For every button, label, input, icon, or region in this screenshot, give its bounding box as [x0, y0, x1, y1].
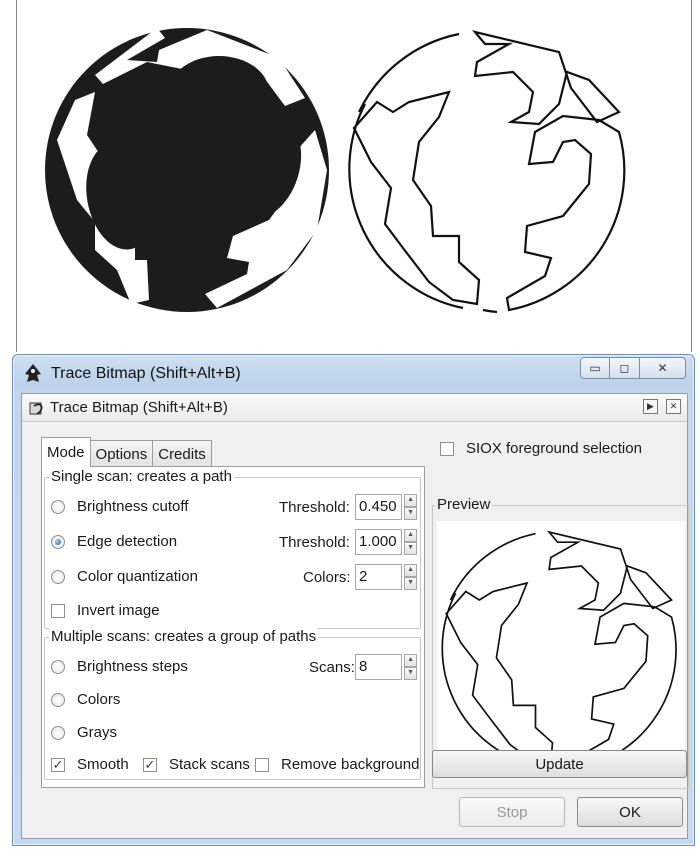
siox-checkbox[interactable]: [440, 441, 454, 456]
color-quantization-radio[interactable]: [51, 569, 65, 584]
spin-up-icon[interactable]: ▲: [404, 529, 417, 542]
grays-label: Grays: [77, 724, 118, 741]
grays-option[interactable]: Grays: [51, 724, 117, 741]
grays-radio[interactable]: [51, 725, 65, 740]
colors-count-spinner[interactable]: 2 ▲ ▼: [355, 564, 417, 590]
spin-up-icon[interactable]: ▲: [404, 654, 417, 667]
edge-threshold-spinner[interactable]: 1.000 ▲ ▼: [355, 529, 417, 555]
brightness-cutoff-option[interactable]: Brightness cutoff: [51, 498, 188, 515]
spin-down-icon[interactable]: ▼: [404, 577, 417, 590]
traced-logo: [348, 30, 626, 314]
multiple-scans-group: Multiple scans: creates a group of paths…: [44, 628, 421, 780]
smooth-option[interactable]: ✓ Smooth: [51, 756, 129, 773]
preview-legend: Preview: [435, 496, 493, 513]
edge-detection-label: Edge detection: [77, 533, 178, 550]
stop-button[interactable]: Stop: [459, 797, 565, 827]
inkscape-icon: [25, 364, 41, 382]
ok-button[interactable]: OK: [577, 797, 683, 827]
preview-image: [441, 530, 677, 770]
mode-panel: Single scan: creates a path Brightness c…: [41, 466, 425, 788]
colors-label: Colors: [77, 691, 121, 708]
minimize-button[interactable]: ▭: [580, 357, 610, 379]
update-button[interactable]: Update: [432, 750, 687, 778]
tab-options[interactable]: Options: [89, 440, 154, 467]
drawing-canvas[interactable]: [16, 0, 692, 352]
trace-bitmap-window: Trace Bitmap (Shift+Alt+B) ▭ ◻ ✕ Trace B…: [12, 354, 695, 846]
cutoff-threshold-label: Threshold:: [279, 499, 350, 516]
scans-label: Scans:: [309, 659, 355, 676]
siox-option[interactable]: SIOX foreground selection: [440, 440, 642, 457]
brightness-cutoff-radio[interactable]: [51, 499, 65, 514]
color-quantization-option[interactable]: Color quantization: [51, 568, 198, 585]
spin-up-icon[interactable]: ▲: [404, 564, 417, 577]
edge-detection-radio[interactable]: [51, 534, 65, 549]
single-scan-group: Single scan: creates a path Brightness c…: [44, 468, 421, 629]
invert-image-checkbox[interactable]: [51, 603, 65, 618]
maximize-button[interactable]: ◻: [610, 357, 640, 379]
remove-background-checkbox[interactable]: [255, 757, 269, 772]
dialog-header: Trace Bitmap (Shift+Alt+B) ▶ ✕: [22, 394, 687, 422]
close-panel-icon[interactable]: ✕: [666, 399, 681, 414]
remove-background-label: Remove background: [281, 756, 420, 773]
brightness-steps-label: Brightness steps: [77, 658, 188, 675]
single-scan-legend: Single scan: creates a path: [49, 468, 234, 485]
preview-area: [437, 521, 685, 777]
spin-up-icon[interactable]: ▲: [404, 494, 417, 507]
brightness-steps-option[interactable]: Brightness steps: [51, 658, 188, 675]
multiple-scans-legend: Multiple scans: creates a group of paths: [49, 628, 319, 645]
colors-count-label: Colors:: [303, 569, 351, 586]
close-button[interactable]: ✕: [640, 357, 686, 379]
trace-bitmap-icon: [29, 402, 43, 415]
brightness-steps-radio[interactable]: [51, 659, 65, 674]
siox-label: SIOX foreground selection: [466, 440, 642, 457]
invert-image-option[interactable]: Invert image: [51, 602, 160, 619]
cutoff-threshold-input[interactable]: 0.450: [355, 494, 403, 520]
edge-detection-option[interactable]: Edge detection: [51, 533, 177, 550]
remove-background-option[interactable]: Remove background: [255, 756, 419, 773]
smooth-checkbox[interactable]: ✓: [51, 757, 65, 772]
stack-scans-label: Stack scans: [169, 756, 250, 773]
dialog-title: Trace Bitmap (Shift+Alt+B): [50, 399, 228, 416]
scans-input[interactable]: 8: [355, 654, 403, 680]
smooth-label: Smooth: [77, 756, 129, 773]
tab-bar: Mode Options Credits: [41, 437, 212, 467]
cutoff-threshold-spinner[interactable]: 0.450 ▲ ▼: [355, 494, 417, 520]
colors-radio[interactable]: [51, 692, 65, 707]
edge-threshold-label: Threshold:: [279, 534, 350, 551]
spin-down-icon[interactable]: ▼: [404, 667, 417, 680]
brightness-cutoff-label: Brightness cutoff: [77, 498, 189, 515]
canvas-artwork: [45, 28, 626, 314]
stack-scans-option[interactable]: ✓ Stack scans: [143, 756, 250, 773]
colors-count-input[interactable]: 2: [355, 564, 403, 590]
invert-image-label: Invert image: [77, 602, 160, 619]
window-titlebar[interactable]: Trace Bitmap (Shift+Alt+B) ▭ ◻ ✕: [21, 355, 686, 393]
trace-bitmap-dialog: Trace Bitmap (Shift+Alt+B) ▶ ✕ Mode Opti…: [21, 393, 689, 839]
edge-threshold-input[interactable]: 1.000: [355, 529, 403, 555]
color-quantization-label: Color quantization: [77, 568, 198, 585]
spin-down-icon[interactable]: ▼: [404, 507, 417, 520]
window-title: Trace Bitmap (Shift+Alt+B): [51, 365, 241, 382]
colors-option[interactable]: Colors: [51, 691, 120, 708]
tab-credits[interactable]: Credits: [152, 440, 212, 467]
stack-scans-checkbox[interactable]: ✓: [143, 757, 157, 772]
spin-down-icon[interactable]: ▼: [404, 542, 417, 555]
tab-mode[interactable]: Mode: [41, 437, 91, 467]
bitmap-logo: [45, 28, 329, 312]
scans-spinner[interactable]: 8 ▲ ▼: [355, 654, 417, 680]
iconify-button[interactable]: ▶: [643, 399, 658, 414]
